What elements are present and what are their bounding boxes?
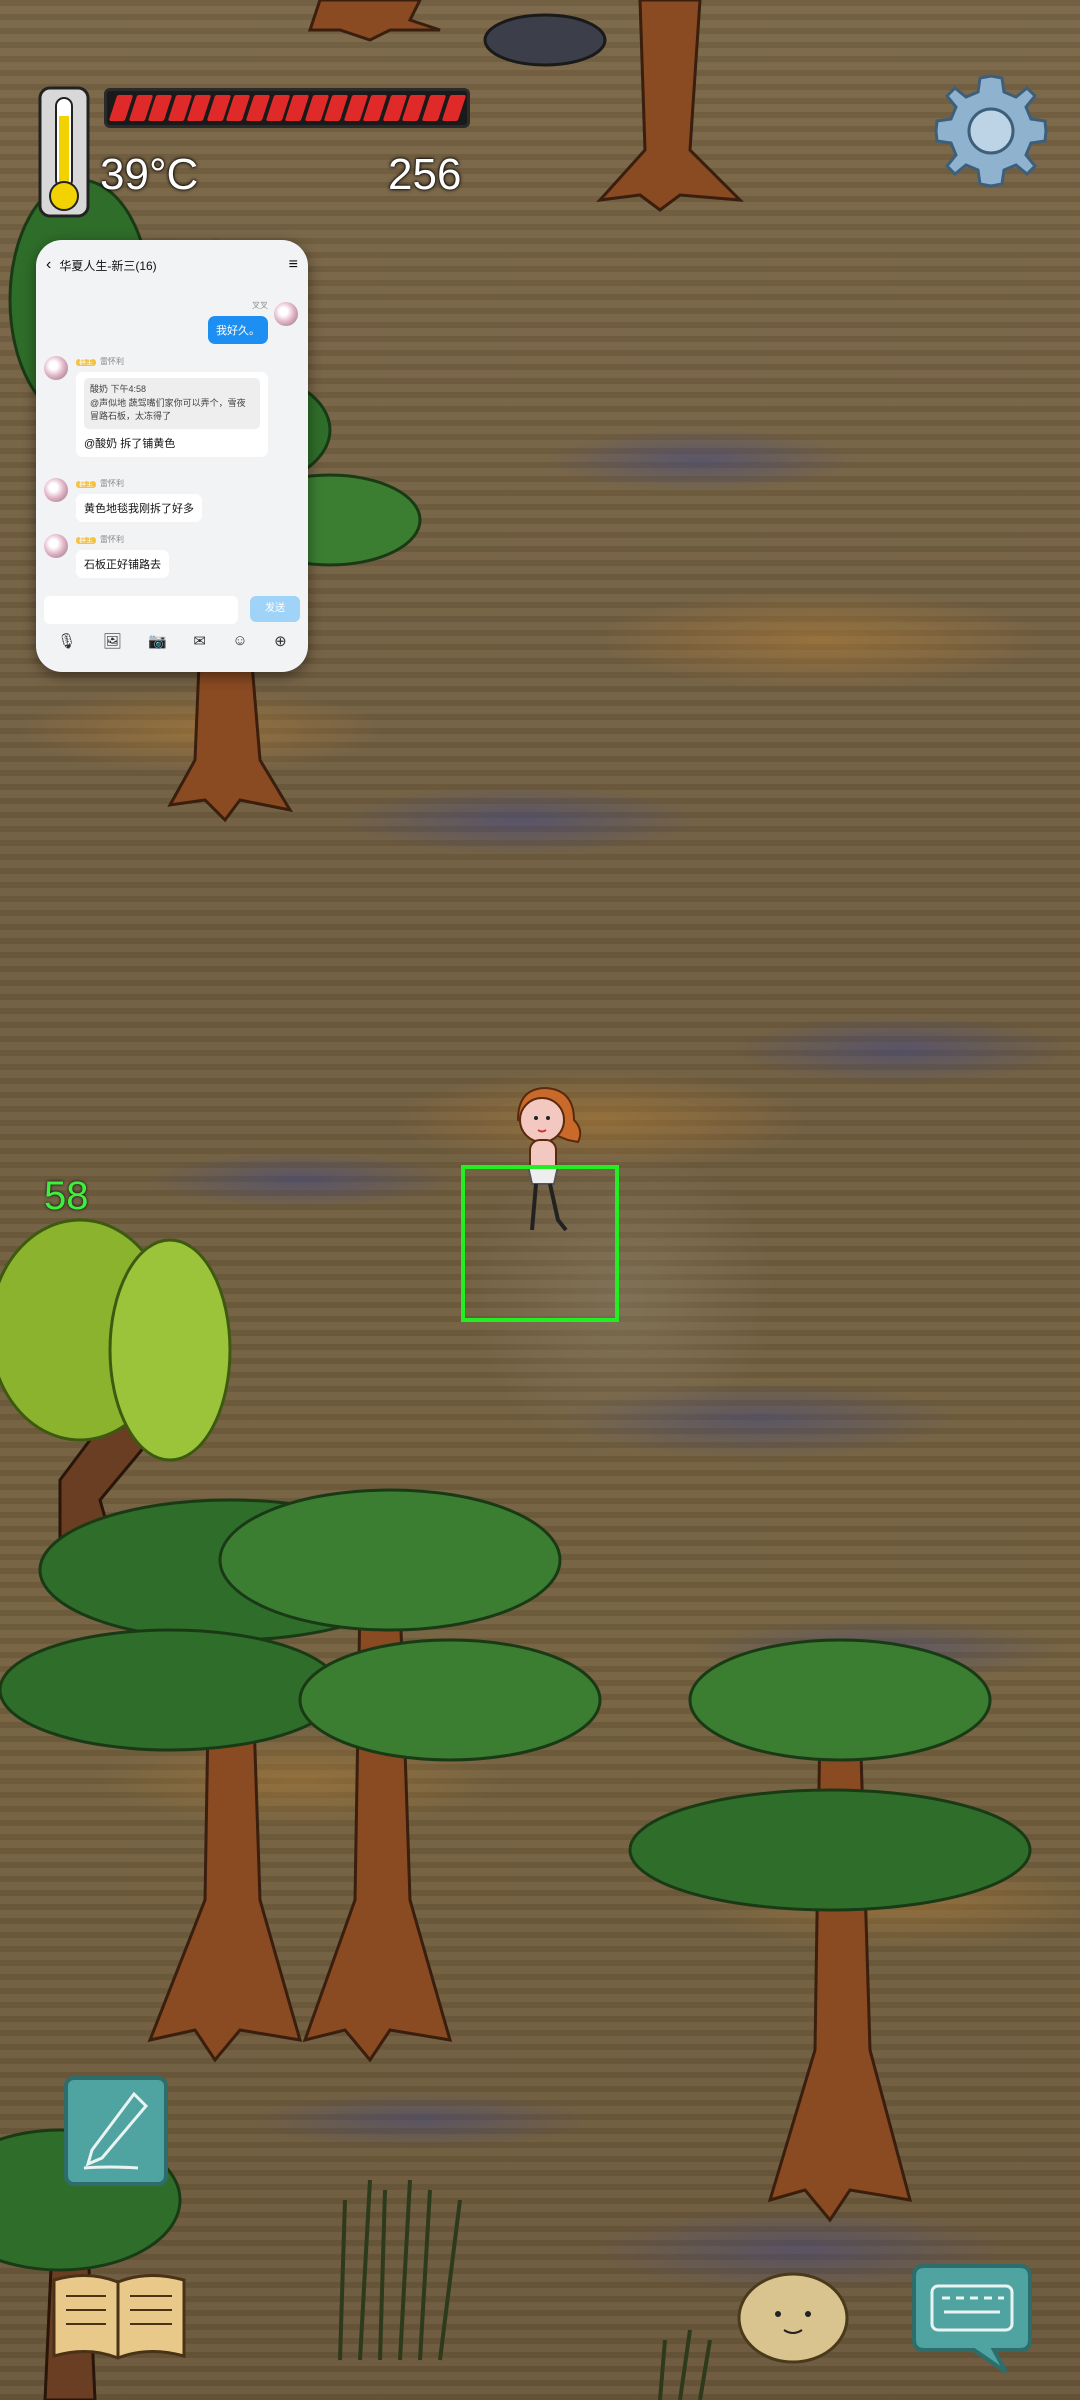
selection-box bbox=[461, 1165, 619, 1322]
cypress-tree-right bbox=[628, 1638, 1032, 2223]
my-avatar[interactable] bbox=[274, 302, 298, 326]
rock bbox=[483, 13, 607, 67]
temperature-text: 39°C bbox=[100, 150, 199, 199]
emoji-icon[interactable]: ☺ bbox=[232, 632, 247, 650]
chat-title: 华夏人生-新三(16) bbox=[59, 258, 157, 273]
thermometer-icon bbox=[38, 86, 90, 218]
my-username: 叉叉 bbox=[252, 301, 268, 310]
chat-input-row: 发送 bbox=[44, 596, 300, 624]
health-segment bbox=[441, 95, 466, 121]
chat-toolbar: 🎙 🖼 📷 ✉ ☺ ⊕ bbox=[44, 632, 300, 650]
message-bubble: 石板正好铺路去 bbox=[76, 550, 169, 578]
plus-icon[interactable]: ⊕ bbox=[274, 632, 287, 650]
cypress-trees-left bbox=[0, 1488, 602, 2063]
message-bubble: 酸奶 下午4:58 @声似地 蔬驾嘴们家你可以弄个，雪夜冒路石板，太冻得了 @酸… bbox=[76, 372, 268, 457]
avatar[interactable] bbox=[44, 478, 68, 502]
gear-icon[interactable] bbox=[930, 70, 1052, 192]
pencil-icon bbox=[83, 2091, 149, 2170]
quoted-message: 酸奶 下午4:58 @声似地 蔬驾嘴们家你可以弄个，雪夜冒路石板，太冻得了 bbox=[84, 378, 260, 429]
age-text: 58 bbox=[44, 1174, 89, 1218]
menu-icon[interactable]: ≡ bbox=[289, 256, 298, 274]
counter-text: 256 bbox=[388, 150, 462, 199]
red-packet-icon[interactable]: ✉ bbox=[193, 632, 206, 650]
tree-top-left bbox=[307, 0, 441, 42]
game-world[interactable]: 39°C 256 你自己 ‹ 华夏人生-新三(16) ≡ 叉叉 我好久。 群主雷… bbox=[0, 0, 1080, 2400]
emote-face-icon[interactable] bbox=[736, 2266, 850, 2366]
health-bar bbox=[104, 88, 470, 128]
my-message: 我好久。 bbox=[208, 316, 268, 344]
microphone-icon[interactable]: 🎙 bbox=[57, 632, 76, 650]
camera-icon[interactable]: 📷 bbox=[148, 632, 167, 650]
chat-overlay[interactable]: ‹ 华夏人生-新三(16) ≡ 叉叉 我好久。 群主 雷怀利 酸奶 下午4:58 … bbox=[36, 240, 308, 672]
chat-header: ‹ 华夏人生-新三(16) ≡ bbox=[36, 240, 308, 290]
send-button[interactable]: 发送 bbox=[250, 596, 300, 622]
reeds bbox=[338, 2179, 712, 2400]
back-icon[interactable]: ‹ bbox=[46, 256, 51, 274]
avatar[interactable] bbox=[44, 534, 68, 558]
image-icon[interactable]: 🖼 bbox=[103, 632, 122, 650]
tree-top-center bbox=[596, 0, 744, 212]
avatar[interactable] bbox=[44, 356, 68, 380]
pencil-button[interactable] bbox=[64, 2076, 168, 2186]
message-username: 群主 雷怀利 bbox=[76, 478, 124, 489]
message-username: 群主 雷怀利 bbox=[76, 534, 124, 545]
keyboard-icon[interactable] bbox=[910, 2256, 1034, 2376]
book-icon[interactable] bbox=[48, 2266, 190, 2364]
chat-input[interactable] bbox=[44, 596, 238, 624]
message-bubble: 黄色地毯我刚拆了好多 bbox=[76, 494, 202, 522]
message-username: 群主 雷怀利 bbox=[76, 356, 124, 367]
